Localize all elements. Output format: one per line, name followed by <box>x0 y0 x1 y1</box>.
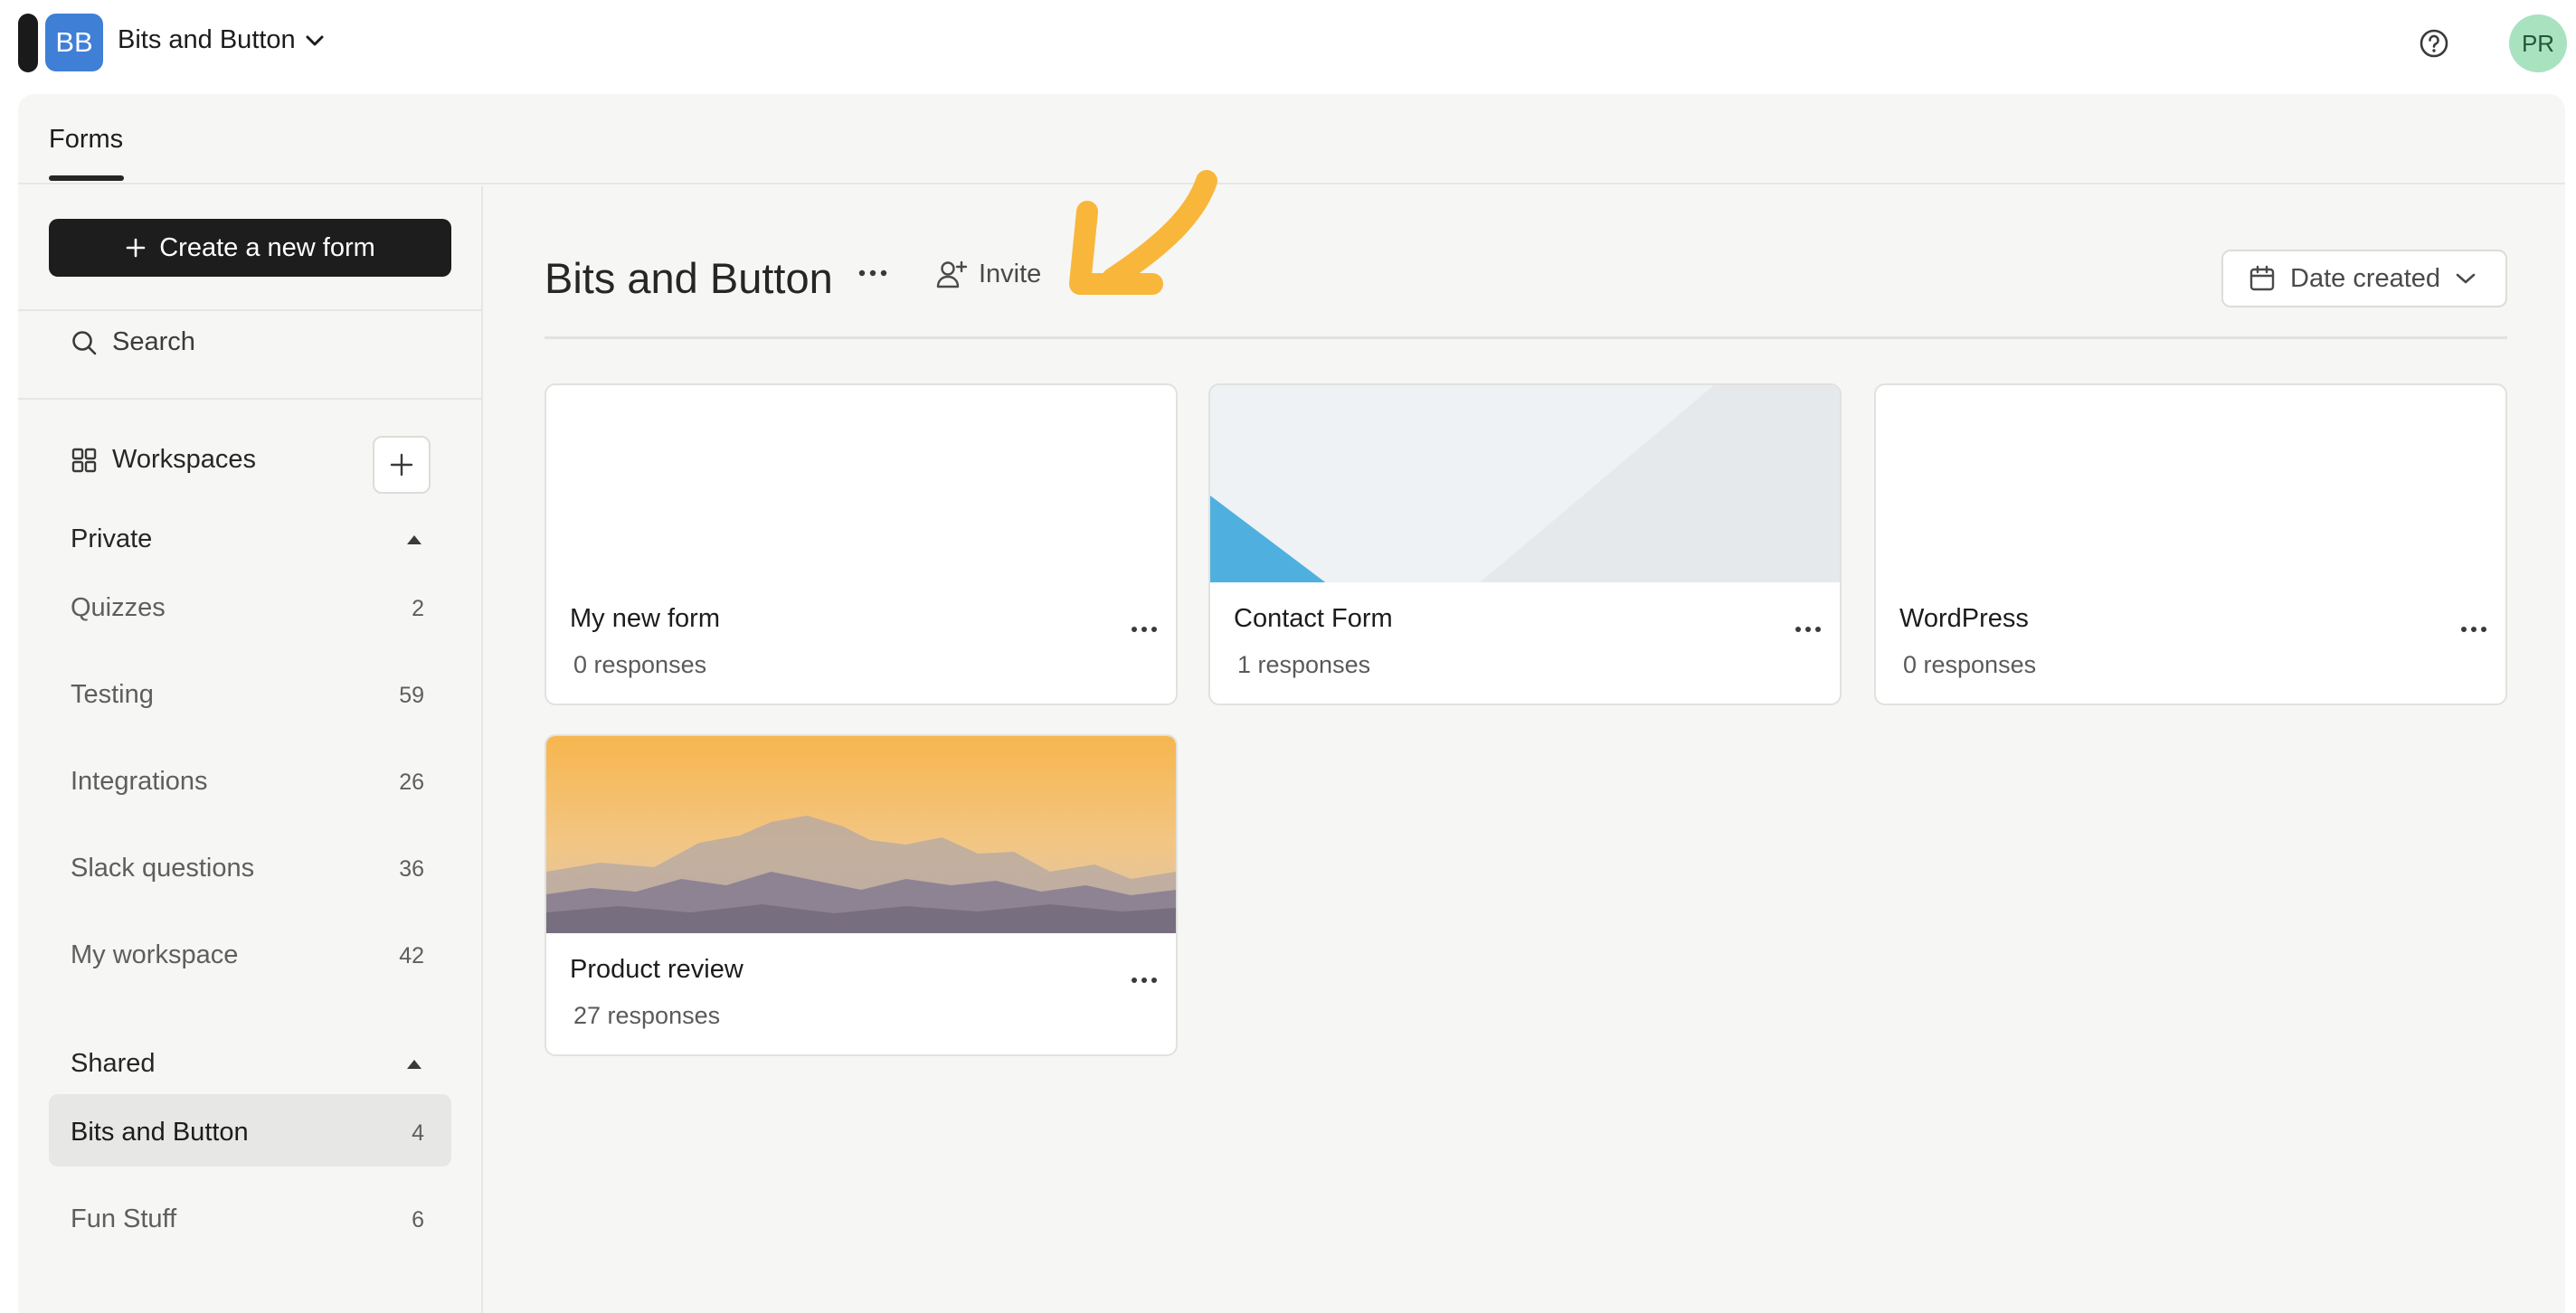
sidebar-item-slack-questions[interactable]: Slack questions 36 <box>49 830 451 902</box>
form-count: 2 <box>412 596 424 621</box>
form-card-wordpress[interactable]: WordPress 0 responses <box>1874 383 2507 705</box>
user-avatar[interactable]: PR <box>2509 14 2567 72</box>
form-options-button[interactable] <box>1795 622 1822 638</box>
add-workspace-button[interactable] <box>373 436 431 494</box>
workspace-name: Slack questions <box>71 854 255 883</box>
invite-label: Invite <box>979 259 1042 288</box>
sidebar-item-fun-stuff[interactable]: Fun Stuff 6 <box>49 1181 451 1253</box>
form-responses: 0 responses <box>1903 651 2037 678</box>
grid-icon <box>71 448 97 472</box>
workspace-name: Testing <box>71 680 154 709</box>
top-bar: BB Bits and Button PR <box>0 0 2576 94</box>
form-name: Product review <box>570 955 743 984</box>
workspace-name: Bits and Button <box>71 1118 249 1147</box>
caret-up-icon[interactable] <box>407 535 421 544</box>
form-count: 6 <box>412 1207 424 1233</box>
calendar-icon <box>2249 265 2275 291</box>
more-horizontal-icon <box>2461 627 2486 632</box>
sort-label: Date created <box>2290 263 2441 293</box>
create-form-label: Create a new form <box>159 232 375 262</box>
divider <box>18 398 483 400</box>
plus-icon <box>390 453 413 477</box>
sidebar-item-integrations[interactable]: Integrations 26 <box>49 743 451 816</box>
form-options-button[interactable] <box>1131 973 1158 989</box>
form-card-my-new-form[interactable]: My new form 0 responses <box>545 383 1178 705</box>
workspaces-heading: Workspaces <box>71 445 256 475</box>
workspace-options-button[interactable] <box>857 266 888 282</box>
plus-icon <box>126 238 146 258</box>
form-count: 42 <box>399 943 424 968</box>
workspace-content: Bits and Button Invite Date created My n… <box>485 170 2565 1313</box>
sidebar-item-my-workspace[interactable]: My workspace 42 <box>49 917 451 989</box>
search-icon <box>72 330 97 354</box>
search-input[interactable]: Search <box>71 327 195 357</box>
more-horizontal-icon <box>858 269 887 277</box>
annotation-arrow-icon <box>1069 170 1217 295</box>
title-divider <box>545 336 2507 339</box>
sort-dropdown[interactable]: Date created <box>2221 250 2507 307</box>
form-name: My new form <box>570 604 720 633</box>
main-panel: Forms Create a new form Search Workspace… <box>18 94 2565 1313</box>
shared-group-toggle[interactable]: Shared <box>71 1049 156 1079</box>
user-plus-icon <box>936 260 968 288</box>
question-circle-icon <box>2420 29 2448 58</box>
sidebar-item-quizzes[interactable]: Quizzes 2 <box>49 570 451 642</box>
form-card-contact-form[interactable]: Contact Form 1 responses <box>1208 383 1842 705</box>
form-responses: 27 responses <box>573 1002 721 1029</box>
tab-forms[interactable]: Forms <box>49 125 123 155</box>
form-responses: 0 responses <box>573 651 707 678</box>
chevron-down-icon <box>2456 273 2476 284</box>
form-responses: 1 responses <box>1237 651 1371 678</box>
sidebar-toggle-handle[interactable] <box>18 14 38 72</box>
form-thumbnail <box>1876 385 2505 582</box>
page-title: Bits and Button <box>545 254 833 302</box>
form-name: WordPress <box>1899 604 2029 633</box>
org-initials: BB <box>55 26 93 58</box>
user-initials: PR <box>2521 29 2555 57</box>
search-label: Search <box>112 327 195 356</box>
form-count: 59 <box>399 683 424 708</box>
workspace-name: My workspace <box>71 940 239 969</box>
caret-up-icon[interactable] <box>407 1060 421 1069</box>
sidebar-item-testing[interactable]: Testing 59 <box>49 656 451 729</box>
form-count: 36 <box>399 856 424 882</box>
more-horizontal-icon <box>1132 978 1157 983</box>
workspace-name: Quizzes <box>71 593 166 622</box>
help-button[interactable] <box>2419 28 2449 59</box>
org-name: Bits and Button <box>118 25 296 54</box>
org-badge[interactable]: BB <box>45 14 103 71</box>
sidebar: Create a new form Search Workspaces Priv… <box>18 186 483 1313</box>
form-thumbnail <box>1210 385 1840 582</box>
workspaces-label: Workspaces <box>112 445 257 474</box>
workspace-name: Integrations <box>71 767 208 796</box>
form-thumbnail <box>546 385 1176 582</box>
form-name: Contact Form <box>1234 604 1393 633</box>
form-options-button[interactable] <box>1131 622 1158 638</box>
create-form-button[interactable]: Create a new form <box>49 219 451 277</box>
workspace-name: Fun Stuff <box>71 1204 177 1233</box>
form-thumbnail <box>546 736 1176 933</box>
active-tab-indicator <box>49 175 124 181</box>
invite-button[interactable]: Invite <box>935 259 1041 289</box>
form-count: 26 <box>399 770 424 795</box>
form-card-product-review[interactable]: Product review 27 responses <box>545 734 1178 1056</box>
tab-bar: Forms <box>18 94 2565 184</box>
private-group-toggle[interactable]: Private <box>71 524 152 554</box>
org-switcher[interactable]: Bits and Button <box>118 25 325 55</box>
form-count: 4 <box>412 1120 424 1146</box>
chevron-down-icon <box>306 35 324 45</box>
divider <box>18 309 483 311</box>
more-horizontal-icon <box>1795 627 1821 632</box>
form-options-button[interactable] <box>2460 622 2487 638</box>
more-horizontal-icon <box>1132 627 1157 632</box>
sidebar-item-bits-and-button[interactable]: Bits and Button 4 <box>49 1094 451 1167</box>
